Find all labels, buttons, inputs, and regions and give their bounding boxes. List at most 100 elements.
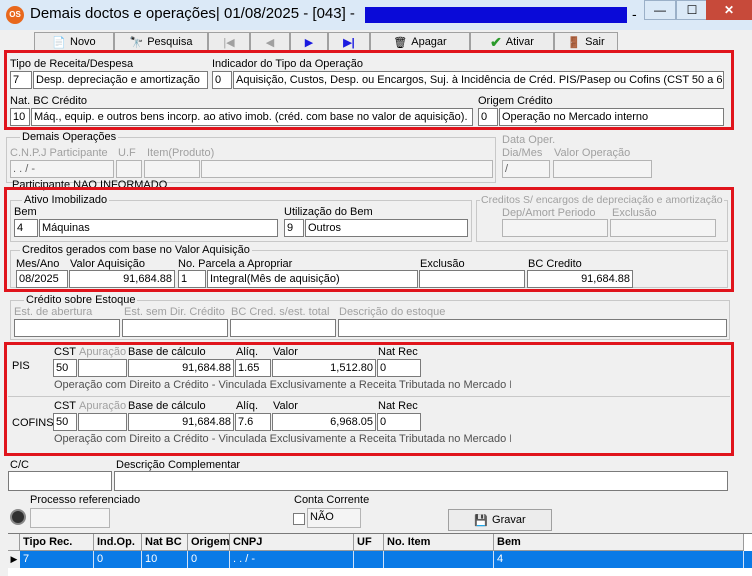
valor-operacao-field[interactable] <box>553 160 652 178</box>
table-row[interactable]: ▶ 7 0 10 0 . . / -4 <box>8 551 752 568</box>
close-button[interactable]: ✕ <box>706 0 752 20</box>
grid-cell: 0 <box>188 551 230 568</box>
ativar-button[interactable]: ✔ Ativar <box>470 32 554 52</box>
pis-nat-rec-field[interactable]: 0 <box>377 359 421 377</box>
utilizacao-bem-code-field[interactable]: 9 <box>284 219 304 237</box>
tipo-receita-desc-field[interactable]: Desp. depreciação e amortização <box>33 71 208 89</box>
cc-field[interactable] <box>8 471 112 491</box>
processo-referenciado-label: Processo referenciado <box>30 494 141 506</box>
grid-column-header[interactable]: Nat BC <box>142 534 188 551</box>
origem-code-field[interactable]: 0 <box>478 108 498 126</box>
cofins-valor-field[interactable]: 6,968.05 <box>272 413 376 431</box>
utilizacao-bem-label: Utilização do Bem <box>284 206 373 218</box>
grid-column-header[interactable]: UF <box>354 534 384 551</box>
bc-credito-label: BC Credito <box>528 258 582 270</box>
next-record-button[interactable]: ▶ <box>290 32 328 52</box>
cofins-apuracao-label: Apuração <box>79 400 127 412</box>
grid-cell <box>384 551 494 568</box>
dep-amort-label: Dep/Amort Periodo <box>502 207 596 219</box>
exclusao-field[interactable] <box>419 270 525 288</box>
nat-bc-desc-field[interactable]: Máq., equip. e outros bens incorp. ao at… <box>31 108 473 126</box>
window-title: Demais doctos e operações| 01/08/2025 - … <box>30 5 355 22</box>
title-redaction <box>365 7 627 23</box>
est-abertura-field[interactable] <box>14 319 120 337</box>
nat-bc-label: Nat. BC Crédito <box>10 95 88 107</box>
grid-cell: 10 <box>142 551 188 568</box>
pis-valor-field[interactable]: 1,512.80 <box>272 359 376 377</box>
parcela-desc-field[interactable]: Integral(Mês de aquisição) <box>207 270 418 288</box>
pis-aliq-label: Alíq. <box>236 346 259 358</box>
valor-aquisicao-field[interactable]: 91,684.88 <box>69 270 175 288</box>
mes-ano-field[interactable]: 08/2025 <box>16 270 68 288</box>
cnpj-participante-field[interactable]: . . / - <box>10 160 114 178</box>
pis-base-label: Base de cálculo <box>128 346 206 358</box>
dia-mes-label: Dia/Mes <box>502 147 543 159</box>
cofins-cst-field[interactable]: 50 <box>53 413 77 431</box>
parcela-code-field[interactable]: 1 <box>178 270 206 288</box>
grid-cell: . . / - <box>230 551 354 568</box>
desc-complementar-label: Descrição Complementar <box>116 459 241 471</box>
dia-mes-field[interactable]: / <box>502 160 550 178</box>
conta-corrente-field[interactable]: NÃO <box>307 508 361 528</box>
exclusao-encargos-label: Exclusão <box>612 207 657 219</box>
grid-column-header[interactable]: Origem <box>188 534 230 551</box>
grid-column-header[interactable]: Tipo Rec. <box>20 534 94 551</box>
indicador-desc-field[interactable]: Aquisição, Custos, Desp. ou Encargos, Su… <box>233 71 724 89</box>
conta-corrente-checkbox[interactable] <box>293 513 305 525</box>
grid-column-header[interactable]: CNPJ <box>230 534 354 551</box>
est-sem-dir-field[interactable] <box>122 319 228 337</box>
desc-complementar-field[interactable] <box>114 471 728 491</box>
last-record-button[interactable]: ▶| <box>328 32 370 52</box>
ativo-imobilizado-title: Ativo Imobilizado <box>22 194 110 206</box>
minimize-button[interactable]: — <box>644 0 676 20</box>
pis-nat-rec-label: Nat Rec <box>378 346 418 358</box>
item-produto-desc-field[interactable] <box>201 160 493 178</box>
maximize-button[interactable]: ☐ <box>676 0 708 20</box>
desc-estoque-label: Descrição do estoque <box>339 306 446 318</box>
cofins-valor-label: Valor <box>273 400 298 412</box>
pis-aliq-field[interactable]: 1.65 <box>235 359 271 377</box>
pis-apuracao-field[interactable] <box>78 359 127 377</box>
records-grid: Tipo Rec. Ind.Op. Nat BC Origem CNPJ UF No. It… <box>8 533 752 576</box>
pis-label: PIS <box>12 360 30 372</box>
pis-cst-field[interactable]: 50 <box>53 359 77 377</box>
nat-bc-code-field[interactable]: 10 <box>10 108 30 126</box>
grid-column-header[interactable]: Ind.Op. <box>94 534 142 551</box>
tipo-receita-label: Tipo de Receita/Despesa <box>10 58 134 70</box>
exit-door-icon: 🚪 <box>567 36 582 49</box>
grid-column-header[interactable]: Bem <box>494 534 744 551</box>
grid-column-header[interactable]: No. Item <box>384 534 494 551</box>
exclusao-encargos-field[interactable] <box>610 219 716 237</box>
origem-label: Origem Crédito <box>478 95 553 107</box>
bc-credito-field[interactable]: 91,684.88 <box>527 270 633 288</box>
processo-referenciado-field[interactable] <box>30 508 110 528</box>
bc-cred-est-field[interactable] <box>230 319 336 337</box>
pesquisa-button[interactable]: 🔭 Pesquisa <box>114 32 208 52</box>
pis-base-field[interactable]: 91,684.88 <box>128 359 234 377</box>
cofins-aliq-field[interactable]: 7.6 <box>235 413 271 431</box>
uf-field[interactable] <box>116 160 142 178</box>
item-produto-code-field[interactable] <box>144 160 200 178</box>
pis-cst-description: Operação com Direito a Crédito - Vincula… <box>54 379 511 391</box>
dep-amort-field[interactable] <box>502 219 608 237</box>
utilizacao-bem-desc-field[interactable]: Outros <box>305 219 468 237</box>
processo-radio-icon[interactable] <box>10 509 26 525</box>
apagar-button[interactable]: 🗑 Apagar <box>370 32 470 52</box>
bem-code-field[interactable]: 4 <box>14 219 38 237</box>
first-record-button[interactable]: |◀ <box>208 32 250 52</box>
cofins-base-field[interactable]: 91,684.88 <box>128 413 234 431</box>
tipo-receita-code-field[interactable]: 7 <box>10 71 32 89</box>
creditos-encargos-title: Creditos S/ encargos de depreciação e am… <box>480 194 724 206</box>
sair-button[interactable]: 🚪 Sair <box>554 32 618 52</box>
origem-desc-field[interactable]: Operação no Mercado interno <box>499 108 724 126</box>
prev-record-button[interactable]: ◀ <box>250 32 290 52</box>
indicador-code-field[interactable]: 0 <box>212 71 232 89</box>
cofins-apuracao-field[interactable] <box>78 413 127 431</box>
grid-cell: 7 <box>20 551 94 568</box>
demais-operacoes-title: Demais Operações <box>20 131 119 143</box>
cofins-nat-rec-field[interactable]: 0 <box>377 413 421 431</box>
gravar-button[interactable]: 💾 Gravar <box>448 509 552 531</box>
desc-estoque-field[interactable] <box>338 319 727 337</box>
bem-desc-field[interactable]: Máquinas <box>39 219 278 237</box>
novo-button[interactable]: 📄 Novo <box>34 32 114 52</box>
